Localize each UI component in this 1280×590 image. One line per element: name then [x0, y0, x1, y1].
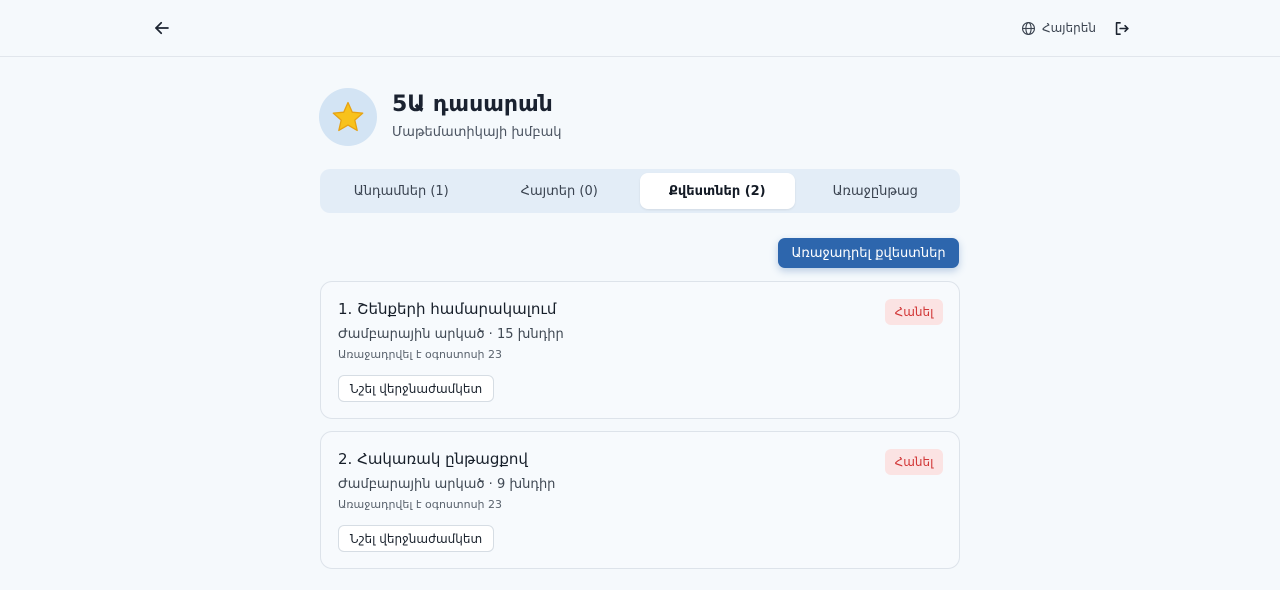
group-title: 5Ա դասարան	[392, 92, 553, 117]
group-subtitle: Մաթեմատիկայի խմբակ	[392, 125, 562, 140]
quest-meta: Ժամբարային արկած · 9 խնդիր	[338, 477, 556, 492]
language-selector[interactable]: Հայերեն	[1021, 18, 1096, 38]
quest-title: 1. Շենքերի համարակալում	[338, 300, 557, 318]
quest-assigned-date: Առաջադրվել է օգոստոսի 23	[338, 348, 503, 361]
remove-quest-button[interactable]: Հանել	[885, 449, 943, 475]
top-bar: Հայերեն	[0, 0, 1280, 57]
group-header: 5Ա դասարան Մաթեմատիկայի խմբակ	[319, 88, 959, 146]
remove-quest-button[interactable]: Հանել	[885, 299, 943, 325]
tab-bar: Անդամներ (1) Հայտեր (0) Քվեստներ (2) Առա…	[320, 169, 960, 213]
star-icon	[332, 101, 364, 132]
set-deadline-button[interactable]: Նշել վերջնաժամկետ	[338, 525, 494, 552]
back-button[interactable]	[150, 16, 174, 40]
tab-requests[interactable]: Հայտեր (0)	[482, 173, 637, 209]
assign-quests-button[interactable]: Առաջադրել քվեստներ	[778, 238, 959, 268]
tab-progress[interactable]: Առաջընթաց	[798, 173, 953, 209]
set-deadline-button[interactable]: Նշել վերջնաժամկետ	[338, 375, 494, 402]
logout-icon	[1115, 21, 1129, 35]
logout-button[interactable]	[1109, 16, 1133, 40]
quest-card: 1. Շենքերի համարակալում Ժամբարային արկած…	[320, 281, 960, 419]
language-label: Հայերեն	[1042, 21, 1096, 35]
arrow-left-icon	[155, 21, 169, 35]
quest-card: 2. Հակառակ ընթացքով Ժամբարային արկած · 9…	[320, 431, 960, 569]
quest-title: 2. Հակառակ ընթացքով	[338, 450, 528, 468]
tab-members[interactable]: Անդամներ (1)	[324, 173, 479, 209]
quest-meta: Ժամբարային արկած · 15 խնդիր	[338, 327, 564, 342]
tab-quests[interactable]: Քվեստներ (2)	[640, 173, 795, 209]
globe-icon	[1022, 21, 1035, 35]
quest-assigned-date: Առաջադրվել է օգոստոսի 23	[338, 498, 503, 511]
group-avatar	[319, 88, 377, 146]
